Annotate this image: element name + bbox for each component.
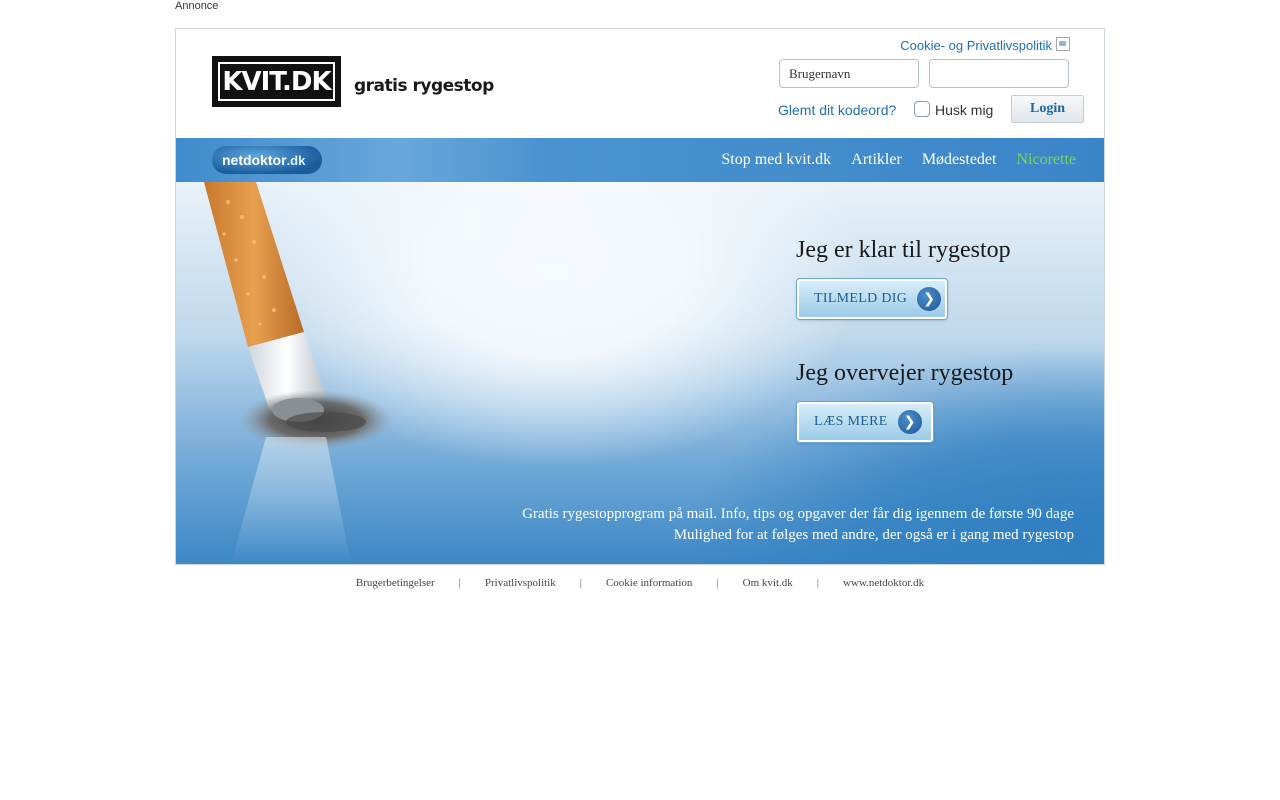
read-more-button[interactable]: LÆS MERE ❯ — [797, 402, 933, 442]
footer-separator: | — [716, 577, 719, 589]
nav-items: Stop med kvit.dk Artikler Mødestedet Nic… — [721, 138, 1076, 182]
footer: Brugerbetingelser | Privatlivspolitik | … — [175, 577, 1105, 589]
footer-separator: | — [458, 577, 461, 589]
read-more-button-label: LÆS MERE — [814, 414, 888, 429]
main-nav: netdoktor .dk Stop med kvit.dk Artikler M… — [176, 138, 1104, 182]
page-frame: KVIT.DK gratis rygestop Cookie- og Priva… — [175, 28, 1105, 565]
hero-description-line-2: Mulighed for at følges med andre, der og… — [673, 527, 1074, 543]
footer-link-netdoktor[interactable]: www.netdoktor.dk — [843, 577, 924, 589]
nav-item-modestedet[interactable]: Mødestedet — [922, 151, 997, 169]
remember-me-label: Husk mig — [935, 102, 994, 118]
cookie-policy-label: Cookie- og Privatlivspolitik — [900, 38, 1052, 53]
footer-separator: | — [816, 577, 819, 589]
signup-button-label: TILMELD DIG — [814, 291, 908, 306]
password-input[interactable] — [929, 59, 1069, 88]
cookie-policy-link[interactable]: Cookie- og Privatlivspolitik — [900, 36, 1070, 53]
chevron-right-icon: ❯ — [897, 410, 922, 434]
broken-image-icon — [1056, 36, 1070, 51]
hero-description-line-1: Gratis rygestopprogram på mail. Info, ti… — [522, 506, 1074, 522]
logo-tagline: gratis rygestop — [354, 76, 494, 96]
chevron-right-icon: ❯ — [917, 287, 942, 311]
signup-button[interactable]: TILMELD DIG ❯ — [797, 279, 947, 319]
nav-item-nicorette[interactable]: Nicorette — [1016, 151, 1076, 169]
hero-banner: Jeg er klar til rygestop TILMELD DIG ❯ J… — [176, 182, 1104, 564]
nav-item-stop-med-kvit[interactable]: Stop med kvit.dk — [721, 151, 831, 169]
netdoktor-logo-name: netdoktor — [222, 152, 287, 168]
username-input[interactable] — [779, 59, 919, 88]
cta-considering-title: Jeg overvejer rygestop — [796, 360, 1014, 386]
footer-link-about[interactable]: Om kvit.dk — [743, 577, 793, 589]
netdoktor-logo-domain: .dk — [286, 152, 306, 168]
netdoktor-logo[interactable]: netdoktor .dk — [212, 146, 322, 174]
logo-text: KVIT.DK — [222, 66, 331, 97]
footer-link-cookie-info[interactable]: Cookie information — [606, 577, 692, 589]
logo-inner-frame: KVIT.DK — [218, 62, 335, 101]
hero-description: Gratis rygestopprogram på mail. Info, ti… — [522, 504, 1074, 546]
footer-link-terms[interactable]: Brugerbetingelser — [356, 577, 435, 589]
footer-separator: | — [579, 577, 582, 589]
forgot-password-link[interactable]: Glemt dit kodeord? — [778, 102, 896, 118]
login-button-label: Login — [1029, 101, 1065, 116]
header: KVIT.DK gratis rygestop Cookie- og Priva… — [176, 29, 1104, 138]
nav-item-artikler[interactable]: Artikler — [851, 151, 902, 169]
cta-ready-title: Jeg er klar til rygestop — [796, 237, 1011, 263]
ad-label: Annonce — [175, 0, 219, 12]
remember-me-checkbox[interactable] — [914, 101, 930, 117]
kvit-logo[interactable]: KVIT.DK — [212, 56, 341, 107]
login-button[interactable]: Login — [1011, 95, 1084, 123]
footer-link-privacy[interactable]: Privatlivspolitik — [485, 577, 556, 589]
